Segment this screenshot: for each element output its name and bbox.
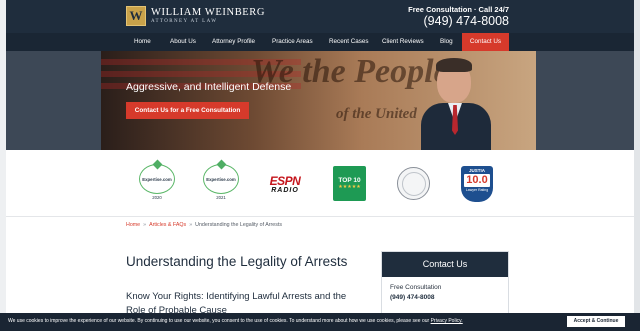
free-consultation-button[interactable]: Contact Us for a Free Consultation: [126, 102, 249, 119]
chevron-right-icon: »: [143, 222, 147, 228]
logo-mark: W: [126, 6, 146, 26]
attorney-hair: [436, 58, 472, 72]
logo-subtitle: ATTORNEY AT LAW: [151, 19, 218, 24]
nav-attorney-profile[interactable]: Attorney Profile: [208, 33, 259, 51]
scrollbar-track[interactable]: [634, 0, 640, 331]
website: W WILLIAM WEINBERG ATTORNEY AT LAW Free …: [6, 0, 634, 331]
accept-cookies-button[interactable]: Accept & Continue: [567, 316, 625, 327]
privacy-policy-link[interactable]: Privacy Policy.: [431, 318, 463, 324]
contact-title: Contact Us: [382, 252, 508, 277]
hero-side-left: [6, 51, 101, 150]
breadcrumb-current: Understanding the Legality of Arrests: [195, 222, 283, 228]
hero-title: Aggressive, and Intelligent Defense: [126, 81, 292, 93]
header-phone-link[interactable]: (949) 474-8008: [408, 14, 509, 28]
seal-icon: [401, 171, 426, 196]
star-rating-icon: ★★★★★: [338, 184, 361, 190]
contact-free-label: Free Consultation: [390, 284, 442, 291]
espn-radio-badge[interactable]: ESPN RADIO: [259, 174, 311, 196]
site-header: W WILLIAM WEINBERG ATTORNEY AT LAW Free …: [6, 0, 634, 33]
section-divider: [6, 216, 634, 217]
breadcrumb-home[interactable]: Home: [126, 222, 140, 228]
nav-client-reviews[interactable]: Client Reviews: [378, 33, 428, 51]
main-nav: Home About Us Attorney Profile Practice …: [6, 33, 634, 51]
hero-image: We the People of the United: [101, 51, 536, 150]
header-consultation: Free Consultation · Call 24/7 (949) 474-…: [408, 5, 509, 28]
browser-viewport: W WILLIAM WEINBERG ATTORNEY AT LAW Free …: [0, 0, 640, 331]
logo-text: WILLIAM WEINBERG ATTORNEY AT LAW: [151, 7, 265, 25]
nav-home[interactable]: Home: [130, 33, 155, 51]
award-badges: Expertise.com 2020 Expertise.com 2021 ES…: [6, 150, 634, 216]
hero-banner: We the People of the United Aggressive, …: [6, 51, 634, 150]
hero-side-right: [536, 51, 634, 150]
expertise-2020-badge[interactable]: Expertise.com 2020: [136, 159, 178, 204]
laurel-icon: Expertise.com: [139, 159, 175, 194]
cookie-banner: We use cookies to improve the experience…: [0, 313, 640, 331]
nav-blog[interactable]: Blog: [436, 33, 457, 51]
nav-contact-us[interactable]: Contact Us: [462, 33, 509, 51]
constitution-script-2: of the United: [336, 106, 417, 122]
breadcrumb-articles[interactable]: Articles & FAQs: [149, 222, 186, 228]
cookie-message: We use cookies to improve the experience…: [8, 318, 463, 324]
diamond-icon: [216, 159, 226, 170]
laurel-icon: Expertise.com: [203, 159, 239, 194]
seal-badge[interactable]: [397, 167, 430, 200]
diamond-icon: [152, 159, 162, 170]
top-10-badge[interactable]: TOP 10 ★★★★★: [333, 166, 366, 201]
nav-recent-cases[interactable]: Recent Cases: [325, 33, 373, 51]
justia-rating-badge[interactable]: JUSTIA 10.0 Lawyer Rating: [461, 166, 493, 202]
breadcrumb: Home» Articles & FAQs» Understanding the L…: [126, 222, 282, 228]
nav-about-us[interactable]: About Us: [166, 33, 200, 51]
logo-name: WILLIAM WEINBERG: [151, 7, 266, 18]
consultation-label: Free Consultation · Call 24/7: [408, 5, 509, 14]
page-title: Understanding the Legality of Arrests: [126, 254, 348, 269]
nav-practice-areas[interactable]: Practice Areas: [268, 33, 317, 51]
contact-phone-link[interactable]: (949) 474-8008: [390, 294, 434, 301]
expertise-2021-badge[interactable]: Expertise.com 2021: [200, 159, 242, 204]
chevron-right-icon: »: [189, 222, 193, 228]
attorney-photo: [421, 55, 491, 150]
site-logo[interactable]: W WILLIAM WEINBERG ATTORNEY AT LAW: [126, 6, 265, 26]
